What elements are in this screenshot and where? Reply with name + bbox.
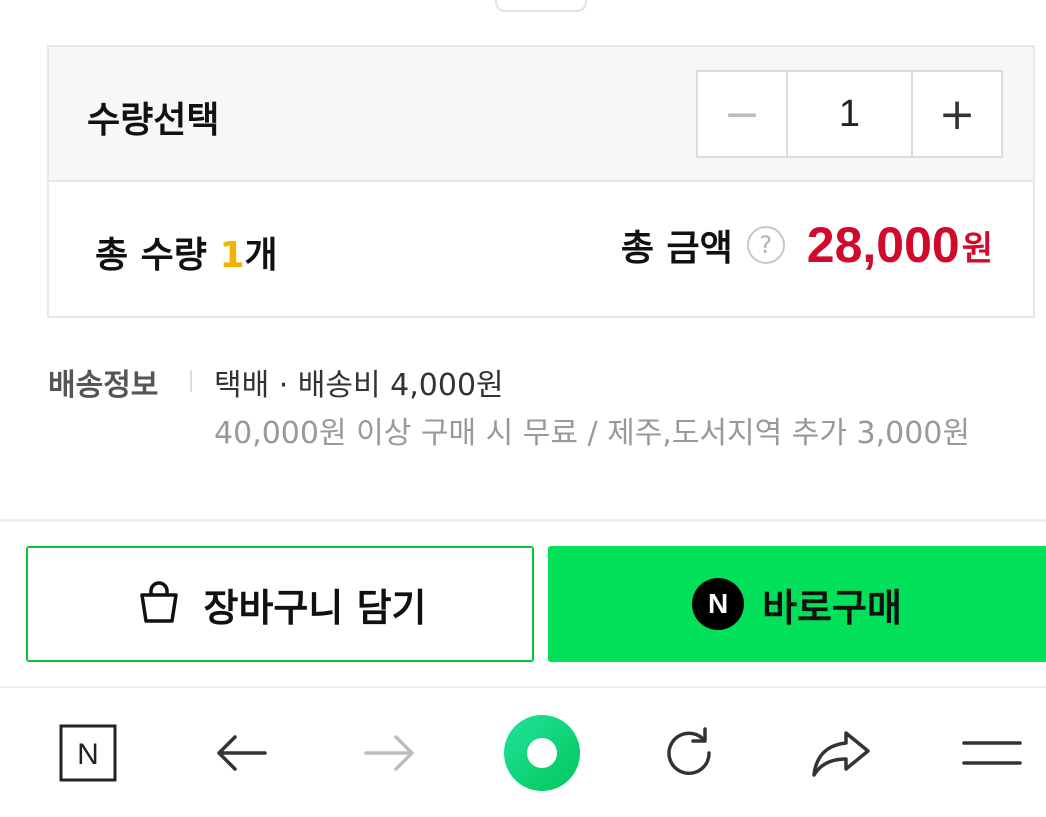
add-to-cart-label: 장바구니 담기 [203, 585, 427, 630]
total-quantity-number: 1 [219, 235, 245, 276]
add-to-cart-button[interactable]: 장바구니 담기 [26, 546, 534, 662]
naver-home-icon[interactable]: N [53, 718, 123, 788]
quantity-select-row: 수량선택 − 1 + [49, 47, 1033, 182]
total-row: 총 수량 1개 총 금액 ? 28,000 원 [49, 182, 1033, 318]
quantity-value[interactable]: 1 [786, 72, 913, 156]
increase-quantity-button[interactable]: + [913, 72, 1001, 156]
total-amount: 총 금액 ? 28,000 원 [621, 216, 993, 274]
quantity-stepper[interactable]: − 1 + [696, 70, 1003, 158]
shopping-bag-icon [134, 577, 184, 631]
shipping-label: 배송정보 [48, 368, 159, 403]
buy-now-button[interactable]: N 바로구매 [548, 546, 1046, 662]
shipping-method: 택배 · 배송비 4,000원 [214, 368, 504, 403]
shipping-divider [190, 370, 192, 392]
quantity-panel: 수량선택 − 1 + 총 수량 1개 총 금액 ? 28,000 원 [47, 45, 1035, 318]
total-amount-unit: 원 [961, 228, 993, 269]
menu-icon[interactable] [957, 718, 1027, 788]
total-amount-label: 총 금액 [620, 228, 733, 269]
naver-pay-icon: N [692, 578, 745, 630]
forward-arrow-icon[interactable] [355, 718, 425, 788]
shipping-condition: 40,000원 이상 구매 시 무료 / 제주,도서지역 추가 3,000원 [214, 416, 970, 451]
quantity-label: 수량선택 [87, 100, 220, 141]
back-arrow-icon[interactable] [206, 718, 276, 788]
green-dot-icon[interactable] [502, 713, 582, 793]
browser-toolbar: N [0, 688, 1046, 817]
total-quantity-suffix: 개 [244, 235, 278, 276]
buy-now-label: 바로구매 [762, 585, 902, 630]
product-purchase-page: 수량선택 − 1 + 총 수량 1개 총 금액 ? 28,000 원 배송정보 … [0, 0, 1046, 817]
decrease-quantity-button[interactable]: − [698, 72, 786, 156]
refresh-icon[interactable] [656, 718, 726, 788]
collapse-handle[interactable] [495, 0, 587, 12]
help-icon[interactable]: ? [746, 226, 785, 264]
section-divider [0, 519, 1046, 522]
total-quantity-prefix: 총 수량 [95, 235, 220, 276]
share-icon[interactable] [806, 718, 876, 788]
total-amount-value: 28,000 [806, 217, 960, 273]
naver-home-letter: N [77, 738, 99, 771]
total-quantity: 총 수량 1개 [95, 226, 278, 278]
